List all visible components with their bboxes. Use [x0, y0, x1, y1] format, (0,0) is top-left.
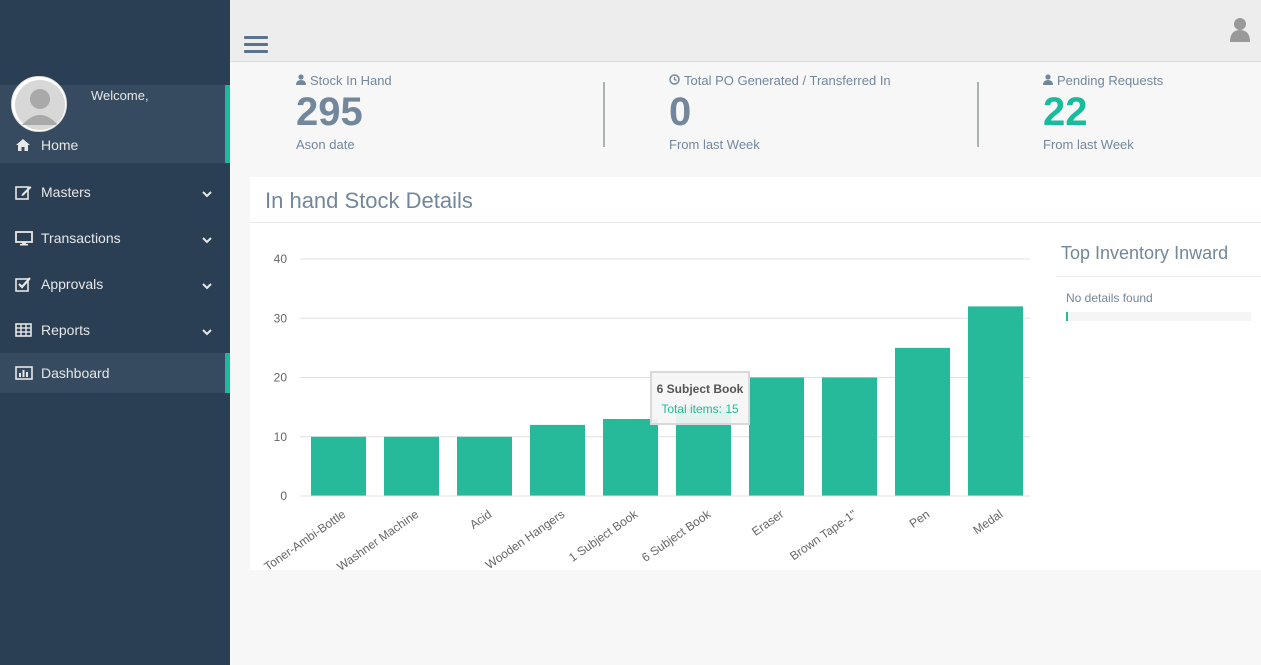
y-tick-label: 20 [274, 371, 288, 385]
user-avatar-icon [12, 77, 66, 131]
user-menu-icon[interactable] [1229, 16, 1251, 47]
stat-stock-in-hand: Stock In Hand 295 Ason date [296, 62, 392, 152]
x-tick-label: Pen [907, 507, 933, 531]
side-title: Top Inventory Inward [1061, 243, 1229, 263]
x-tick-label: Medal [970, 507, 1005, 537]
stat-sub: From last Week [1043, 137, 1134, 152]
desktop-icon [15, 230, 33, 246]
chevron-down-icon [202, 185, 212, 201]
tooltip-title: 6 Subject Book [656, 382, 744, 396]
bar[interactable] [457, 436, 512, 496]
top-nav-bar [230, 0, 1261, 62]
y-tick-label: 30 [274, 311, 288, 325]
check-square-icon [15, 276, 33, 292]
bar[interactable] [384, 436, 439, 496]
avatar [11, 76, 67, 132]
sidebar-item-label: Reports [41, 322, 91, 338]
chevron-down-icon [202, 231, 212, 247]
panel-title: In hand Stock Details [265, 188, 473, 213]
tooltip-text: Total items: 15 [661, 402, 739, 416]
x-tick-label: 1 Subject Book [566, 506, 641, 564]
stat-label: Stock In Hand [310, 73, 392, 88]
stat-value: 22 [1043, 90, 1088, 134]
divider [977, 82, 979, 147]
bar[interactable] [895, 347, 950, 496]
sidebar-item-label: Dashboard [41, 365, 110, 381]
progress-bar [1066, 312, 1251, 321]
home-icon [15, 137, 33, 153]
chevron-down-icon [202, 277, 212, 293]
user-icon [1043, 73, 1053, 88]
side-divider [1056, 276, 1261, 277]
stat-label: Pending Requests [1057, 73, 1164, 88]
chevron-down-icon [202, 323, 212, 339]
x-tick-label: Acid [467, 507, 494, 532]
sidebar-item-label: Masters [41, 184, 91, 200]
bar[interactable] [968, 306, 1023, 496]
welcome-text: Welcome, [91, 88, 149, 103]
progress-fill [1066, 312, 1068, 321]
sidebar: Welcome, Home Masters Transactions Appro… [0, 0, 230, 665]
clock-icon [669, 73, 680, 88]
user-icon [296, 73, 306, 88]
bar[interactable] [749, 377, 804, 497]
x-tick-label: Brown Tape-1" [787, 507, 859, 563]
sidebar-item-reports[interactable]: Reports [0, 310, 230, 350]
sidebar-item-label: Home [41, 136, 79, 153]
top-inventory-inward: Top Inventory Inward No details found [1056, 230, 1261, 321]
x-tick-label: Washner Machine [334, 507, 421, 570]
bar[interactable] [822, 377, 877, 497]
stat-total-po: Total PO Generated / Transferred In 0 Fr… [669, 62, 891, 152]
sidebar-item-dashboard[interactable]: Dashboard [0, 353, 230, 393]
x-tick-label: 6 Subject Book [639, 506, 714, 564]
bar[interactable] [603, 418, 658, 496]
stat-label: Total PO Generated / Transferred In [684, 73, 891, 88]
sidebar-item-transactions[interactable]: Transactions [0, 218, 230, 258]
sidebar-item-label: Approvals [41, 276, 104, 292]
stat-value: 0 [669, 90, 692, 134]
stats-row: Stock In Hand 295 Ason date Total PO Gen… [230, 62, 1261, 177]
panel-divider [250, 222, 1261, 223]
table-icon [15, 322, 33, 338]
stat-value: 295 [296, 90, 363, 134]
x-tick-label: Wooden Hangers [483, 507, 567, 570]
stat-sub: From last Week [669, 137, 760, 152]
sidebar-item-approvals[interactable]: Approvals [0, 264, 230, 304]
y-tick-label: 40 [274, 252, 288, 266]
x-tick-label: Eraser [749, 507, 786, 539]
sidebar-item-label: Transactions [41, 230, 121, 246]
sidebar-item-home[interactable]: Home [0, 126, 230, 163]
menu-toggle-icon[interactable] [244, 36, 268, 56]
side-empty-text: No details found [1066, 291, 1153, 305]
divider [603, 82, 605, 147]
y-tick-label: 10 [274, 430, 288, 444]
chart-tooltip: 6 Subject Book Total items: 15 [650, 371, 750, 425]
stat-sub: Ason date [296, 137, 355, 152]
sidebar-item-masters[interactable]: Masters [0, 172, 230, 212]
bar-chart-icon [15, 365, 33, 381]
stock-bar-chart: 010203040Toner-Ambi-BottleWashner Machin… [262, 252, 1030, 570]
bar[interactable] [530, 424, 585, 496]
edit-icon [15, 184, 33, 200]
bar[interactable] [311, 436, 366, 496]
stat-pending-requests: Pending Requests 22 From last Week [1043, 62, 1163, 152]
y-tick-label: 0 [280, 489, 287, 503]
